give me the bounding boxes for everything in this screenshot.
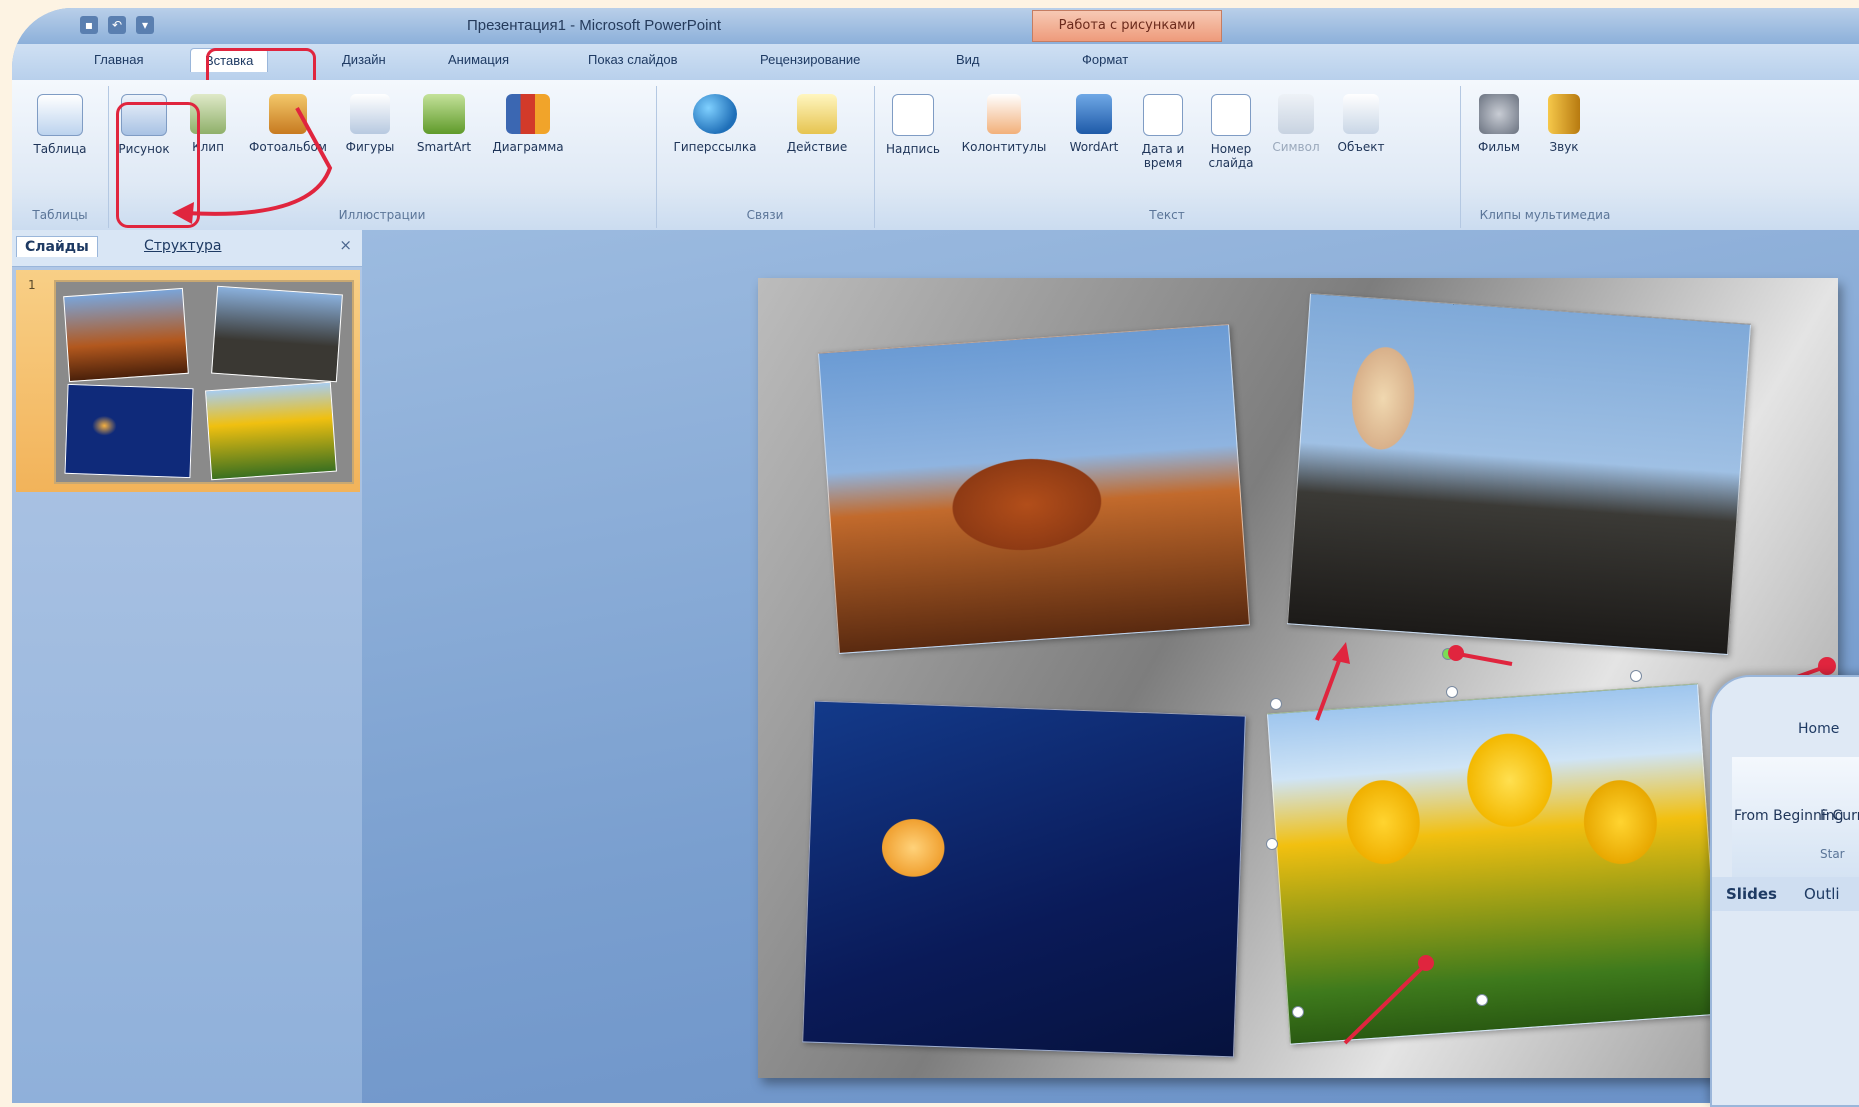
- action-icon: [797, 94, 837, 134]
- tab-format[interactable]: Формат: [1082, 52, 1128, 67]
- header-footer-icon: [987, 94, 1021, 134]
- tab-home[interactable]: Главная: [94, 52, 143, 67]
- resize-handle[interactable]: [1292, 1006, 1304, 1018]
- tab-outline[interactable]: Структура: [136, 236, 229, 256]
- close-icon[interactable]: ×: [339, 236, 352, 254]
- ribbon: Таблица Таблицы Рисунок Клип Фотоальбом …: [12, 80, 1859, 231]
- textbox-button[interactable]: Надпись: [878, 94, 948, 156]
- resize-handle[interactable]: [1630, 670, 1642, 682]
- symbol-button[interactable]: Символ: [1264, 94, 1328, 154]
- slides-pane: Слайды Структура × 1: [12, 230, 366, 1103]
- table-button[interactable]: Таблица: [24, 94, 96, 156]
- wordart-button[interactable]: WordArt: [1060, 94, 1128, 154]
- tulips-image[interactable]: [1266, 683, 1722, 1045]
- tab-slides-en[interactable]: Slides: [1726, 885, 1777, 903]
- redo-icon[interactable]: ▾: [136, 16, 154, 34]
- powerpoint-window: ▪ ↶ ▾ Презентация1 - Microsoft PowerPoin…: [12, 8, 1859, 1103]
- tab-review[interactable]: Рецензирование: [760, 52, 860, 67]
- context-tab-title: Работа с рисунками: [1032, 10, 1222, 42]
- hyperlink-button[interactable]: Гиперссылка: [660, 94, 770, 154]
- group-text: Надпись Колонтитулы WordArt Дата и время…: [874, 86, 1461, 228]
- tab-home-en[interactable]: Home: [1798, 721, 1839, 737]
- resize-handle[interactable]: [1476, 994, 1488, 1006]
- lighthouse-image[interactable]: [1286, 292, 1752, 656]
- slide-thumbnail[interactable]: [54, 280, 354, 484]
- slide-editor: [362, 230, 1859, 1103]
- window-title: Презентация1 - Microsoft PowerPoint: [467, 17, 721, 34]
- resize-handle[interactable]: [1446, 686, 1458, 698]
- smartart-button[interactable]: SmartArt: [404, 94, 484, 154]
- slide-number-button[interactable]: Номер слайда: [1196, 94, 1266, 170]
- shapes-button[interactable]: Фигуры: [332, 94, 408, 154]
- sound-button[interactable]: Звук: [1534, 94, 1594, 154]
- speaker-icon: [1548, 94, 1580, 134]
- group-media: Фильм Звук Клипы мультимедиа: [1460, 86, 1630, 228]
- film-icon: [1479, 94, 1519, 134]
- thumb-tulips-image: [205, 381, 337, 481]
- globe-icon: [693, 94, 737, 134]
- picture-button-highlight: [116, 102, 200, 228]
- slide-thumbnail-row[interactable]: 1: [16, 270, 360, 492]
- object-icon: [1343, 94, 1379, 134]
- thumb-jellyfish-image: [64, 383, 194, 479]
- slide[interactable]: [758, 278, 1838, 1078]
- from-current-button[interactable]: F Curr: [1820, 807, 1859, 825]
- resize-handle[interactable]: [1270, 698, 1282, 710]
- undo-icon[interactable]: ↶: [108, 16, 126, 34]
- slide-number: 1: [28, 278, 36, 292]
- shapes-icon: [350, 94, 390, 134]
- inset-powerpoint-window: Home From Beginning F Curr Star Slides O…: [1710, 675, 1859, 1107]
- textbox-icon: [892, 94, 934, 136]
- desert-image[interactable]: [817, 323, 1251, 655]
- slide-number-icon: [1211, 94, 1251, 136]
- movie-button[interactable]: Фильм: [1464, 94, 1534, 154]
- tab-slideshow[interactable]: Показ слайдов: [588, 52, 678, 67]
- header-footer-button[interactable]: Колонтитулы: [948, 94, 1060, 154]
- group-links: Гиперссылка Действие Связи: [656, 86, 875, 228]
- action-button[interactable]: Действие: [772, 94, 862, 154]
- tab-outline-en[interactable]: Outli: [1804, 885, 1840, 903]
- jellyfish-image[interactable]: [802, 700, 1246, 1058]
- object-button[interactable]: Объект: [1326, 94, 1396, 154]
- photo-album-button[interactable]: Фотоальбом: [238, 94, 338, 154]
- table-icon: [37, 94, 83, 136]
- work-area: Слайды Структура × 1: [12, 230, 1859, 1103]
- date-time-button[interactable]: Дата и время: [1128, 94, 1198, 170]
- thumb-desert-image: [63, 287, 189, 383]
- resize-handle[interactable]: [1266, 838, 1278, 850]
- rotate-handle[interactable]: [1442, 648, 1454, 660]
- group-tables: Таблица Таблицы: [12, 86, 109, 228]
- photo-album-icon: [269, 94, 307, 134]
- chart-button[interactable]: Диаграмма: [480, 94, 576, 154]
- wordart-icon: [1076, 94, 1112, 134]
- save-icon[interactable]: ▪: [80, 16, 98, 34]
- inset-pane-tabs: Slides Outli: [1712, 877, 1859, 911]
- quick-access-toolbar: ▪ ↶ ▾: [80, 14, 250, 36]
- tab-animation[interactable]: Анимация: [448, 52, 509, 67]
- start-group-label: Star: [1820, 847, 1845, 861]
- omega-icon: [1278, 94, 1314, 134]
- chart-icon: [506, 94, 550, 134]
- pane-tabs: Слайды Структура ×: [12, 230, 362, 267]
- title-bar: ▪ ↶ ▾ Презентация1 - Microsoft PowerPoin…: [12, 8, 1859, 44]
- tab-design[interactable]: Дизайн: [342, 52, 386, 67]
- thumb-lighthouse-image: [211, 285, 343, 383]
- calendar-icon: [1143, 94, 1183, 136]
- tab-view[interactable]: Вид: [956, 52, 980, 67]
- smartart-icon: [423, 94, 465, 134]
- tab-slides[interactable]: Слайды: [16, 236, 98, 257]
